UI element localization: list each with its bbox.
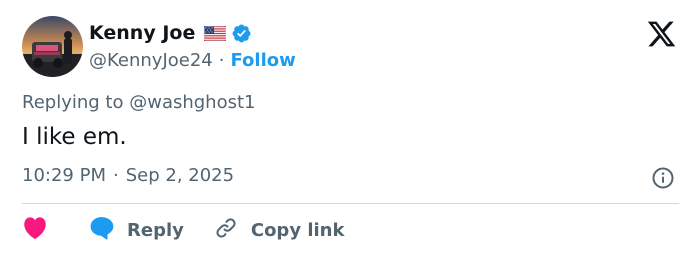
tweet-timestamp[interactable]: 10:29 PM · Sep 2, 2025 xyxy=(22,165,234,186)
copy-link-button[interactable]: Copy link xyxy=(214,216,345,245)
reply-button[interactable]: Reply xyxy=(89,216,184,245)
avatar-image xyxy=(22,16,83,77)
author-display-name[interactable]: Kenny Joe xyxy=(89,22,195,44)
author-handle-row: @KennyJoe24 · Follow xyxy=(89,48,296,72)
avatar[interactable] xyxy=(22,16,83,77)
tweet-text: I like em. xyxy=(22,124,127,150)
author-handle[interactable]: @KennyJoe24 xyxy=(89,50,213,71)
link-icon xyxy=(214,216,251,245)
verified-badge-icon xyxy=(231,23,252,44)
replying-to-line: Replying to @washghost1 xyxy=(22,92,256,113)
speech-bubble-icon xyxy=(89,216,127,245)
tweet-time: 10:29 PM xyxy=(22,165,106,186)
reply-label: Reply xyxy=(127,219,184,241)
copy-link-label: Copy link xyxy=(250,219,345,241)
embedded-tweet-card: Kenny Joe @KennyJoe24 · Follow Replying … xyxy=(0,0,700,256)
tweet-date: Sep 2, 2025 xyxy=(125,165,235,186)
separator-dot: · xyxy=(218,49,225,71)
tweet-actions-bar: Reply Copy link xyxy=(22,216,344,244)
info-icon[interactable] xyxy=(651,166,675,190)
author-name-row: Kenny Joe xyxy=(89,20,252,46)
replying-to-handle[interactable]: @washghost1 xyxy=(129,92,255,113)
divider xyxy=(22,203,679,204)
heart-icon xyxy=(22,216,48,245)
timestamp-separator: · xyxy=(112,165,119,186)
us-flag-icon xyxy=(204,25,227,41)
replying-prefix: Replying to xyxy=(22,92,124,113)
follow-button[interactable]: Follow xyxy=(230,50,295,71)
x-logo-icon[interactable] xyxy=(646,20,677,48)
like-button[interactable] xyxy=(22,216,48,245)
